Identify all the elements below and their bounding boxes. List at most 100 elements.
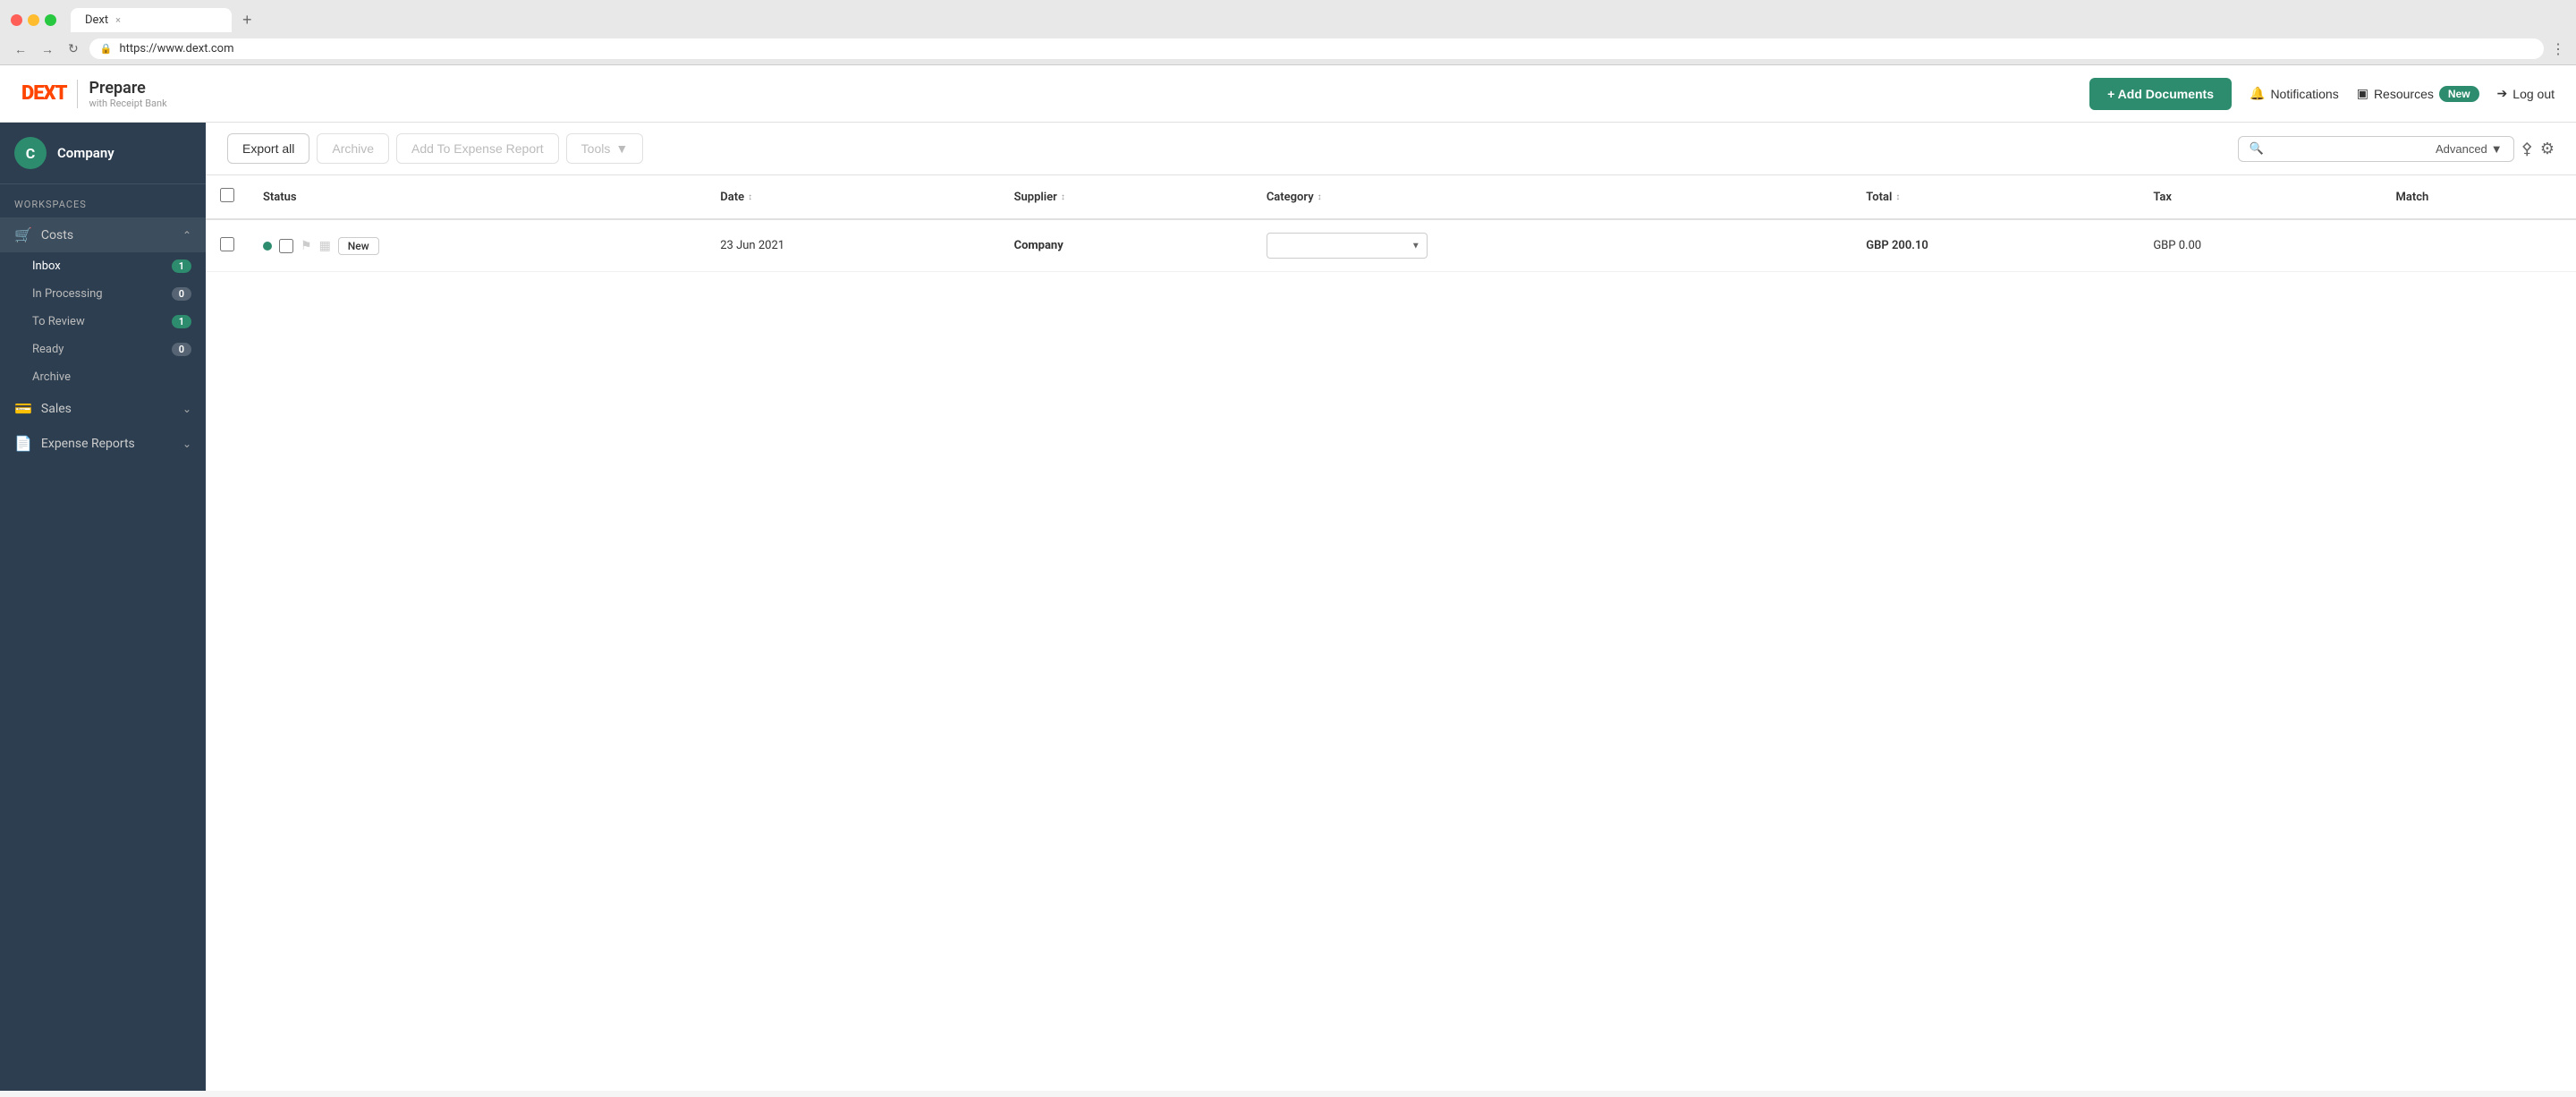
sidebar-item-sales[interactable]: 💳 Sales ⌄ (0, 391, 206, 426)
image-icon[interactable]: ▦ (319, 239, 331, 253)
row-select-checkbox[interactable] (279, 239, 293, 253)
lock-icon: 🔒 (100, 43, 113, 55)
reload-btn[interactable]: ↻ (64, 39, 82, 58)
th-status: Status (249, 175, 706, 219)
th-supplier[interactable]: Supplier ↕ (1000, 175, 1252, 219)
table-area: Status Date ↕ Supplier (206, 175, 2576, 1091)
archive-button[interactable]: Archive (317, 133, 389, 164)
filter-button[interactable]: ⚴ (2521, 140, 2533, 158)
inbox-label: Inbox (32, 259, 61, 273)
advanced-search-button[interactable]: Advanced ▼ (2436, 142, 2503, 156)
back-btn[interactable]: ← (11, 40, 30, 58)
dext-logo: DEXT (21, 82, 66, 105)
th-tax: Tax (2139, 175, 2381, 219)
sidebar-item-inbox[interactable]: Inbox 1 (0, 252, 206, 280)
tax-cell: GBP 0.00 (2139, 219, 2381, 272)
match-cell (2381, 219, 2576, 272)
table-row: ⚑ ▦ New 23 Jun 2021 Company (206, 219, 2576, 272)
th-total[interactable]: Total ↕ (1852, 175, 2139, 219)
supplier-cell: Company (1000, 219, 1252, 272)
company-name: Company (57, 145, 114, 161)
total-sort-icon: ↕ (1895, 192, 1900, 202)
advanced-chevron-icon: ▼ (2491, 142, 2503, 156)
total-cell: GBP 200.10 (1852, 219, 2139, 272)
notifications-label: Notifications (2270, 87, 2338, 101)
app: DEXT Prepare with Receipt Bank + Add Doc… (0, 65, 2576, 1091)
sidebar-item-to-review[interactable]: To Review 1 (0, 308, 206, 336)
logout-icon: ➔ (2497, 86, 2508, 101)
search-input[interactable] (2271, 142, 2428, 156)
sidebar-item-costs[interactable]: 🛒 Costs ⌃ (0, 217, 206, 252)
maximize-window-btn[interactable] (45, 14, 56, 26)
items-table: Status Date ↕ Supplier (206, 175, 2576, 272)
table-header: Status Date ↕ Supplier (206, 175, 2576, 219)
company-header: C Company (0, 123, 206, 184)
select-all-checkbox[interactable] (220, 188, 234, 202)
add-documents-button[interactable]: + Add Documents (2089, 78, 2232, 110)
category-cell (1252, 219, 1852, 272)
url-text: https://www.dext.com (119, 42, 233, 55)
archive-label: Archive (32, 370, 71, 384)
to-review-label: To Review (32, 315, 85, 328)
to-review-badge: 1 (172, 315, 191, 328)
status-cell: ⚑ ▦ New (249, 219, 706, 272)
browser-chrome: Dext × + ← → ↻ 🔒 https://www.dext.com ⋮ (0, 0, 2576, 65)
sidebar-item-in-processing[interactable]: In Processing 0 (0, 280, 206, 308)
tab-bar: Dext × + (0, 0, 2576, 33)
expense-icon: 📄 (14, 435, 32, 452)
expense-chevron-icon: ⌄ (182, 438, 191, 450)
flag-icon[interactable]: ⚑ (301, 239, 312, 253)
toolbar-right: 🔍 Advanced ▼ ⚴ ⚙ (2238, 136, 2555, 162)
logo-divider (77, 80, 78, 108)
advanced-label: Advanced (2436, 142, 2487, 156)
close-window-btn[interactable] (11, 14, 22, 26)
new-badge: New (2439, 86, 2479, 102)
status-badge: New (338, 237, 379, 255)
cart-icon: 🛒 (14, 226, 32, 243)
costs-chevron-icon: ⌃ (182, 229, 191, 242)
resources-label: Resources (2374, 87, 2434, 101)
expense-reports-label: Expense Reports (41, 437, 135, 451)
forward-btn[interactable]: → (38, 40, 57, 58)
prepare-brand: Prepare with Receipt Bank (89, 79, 166, 109)
category-select[interactable] (1267, 233, 1428, 259)
sidebar-item-archive[interactable]: Archive (0, 363, 206, 391)
th-category[interactable]: Category ↕ (1252, 175, 1852, 219)
company-avatar: C (14, 137, 47, 169)
minimize-window-btn[interactable] (28, 14, 39, 26)
browser-tab[interactable]: Dext × (71, 8, 232, 32)
logo-section: DEXT Prepare with Receipt Bank (21, 79, 167, 109)
logout-button[interactable]: ➔ Log out (2497, 86, 2555, 101)
inbox-badge: 1 (172, 259, 191, 273)
in-processing-label: In Processing (32, 287, 103, 301)
th-date[interactable]: Date ↕ (706, 175, 999, 219)
sales-label: Sales (41, 402, 72, 416)
table-settings-button[interactable]: ⚙ (2540, 140, 2555, 158)
sidebar-item-expense-reports[interactable]: 📄 Expense Reports ⌄ (0, 426, 206, 461)
toolbar-left: Export all Archive Add To Expense Report… (227, 133, 643, 164)
category-sort-icon: ↕ (1318, 192, 1322, 202)
tools-button[interactable]: Tools ▼ (566, 133, 644, 164)
sales-icon: 💳 (14, 400, 32, 417)
tab-close-btn[interactable]: × (115, 14, 121, 26)
tools-dropdown-icon: ▼ (615, 141, 628, 156)
notifications-button[interactable]: 🔔 Notifications (2250, 86, 2339, 101)
workspaces-label: WORKSPACES (0, 184, 206, 217)
url-bar[interactable]: 🔒 https://www.dext.com (89, 38, 2544, 59)
table-body: ⚑ ▦ New 23 Jun 2021 Company (206, 219, 2576, 272)
resources-button[interactable]: ▣ Resources New (2357, 86, 2479, 102)
in-processing-badge: 0 (172, 287, 191, 301)
sidebar-item-ready[interactable]: Ready 0 (0, 336, 206, 363)
sales-chevron-icon: ⌄ (182, 403, 191, 415)
add-to-expense-report-button[interactable]: Add To Expense Report (396, 133, 559, 164)
new-tab-btn[interactable]: + (235, 7, 259, 33)
app-name: Prepare (89, 79, 166, 98)
resource-icon: ▣ (2357, 86, 2368, 101)
supplier-sort-icon: ↕ (1061, 192, 1065, 202)
export-all-button[interactable]: Export all (227, 133, 309, 164)
logout-label: Log out (2512, 87, 2555, 101)
row-checkbox[interactable] (220, 237, 234, 251)
status-dot (263, 242, 272, 251)
tools-label: Tools (581, 141, 611, 156)
browser-more-btn[interactable]: ⋮ (2551, 40, 2565, 58)
